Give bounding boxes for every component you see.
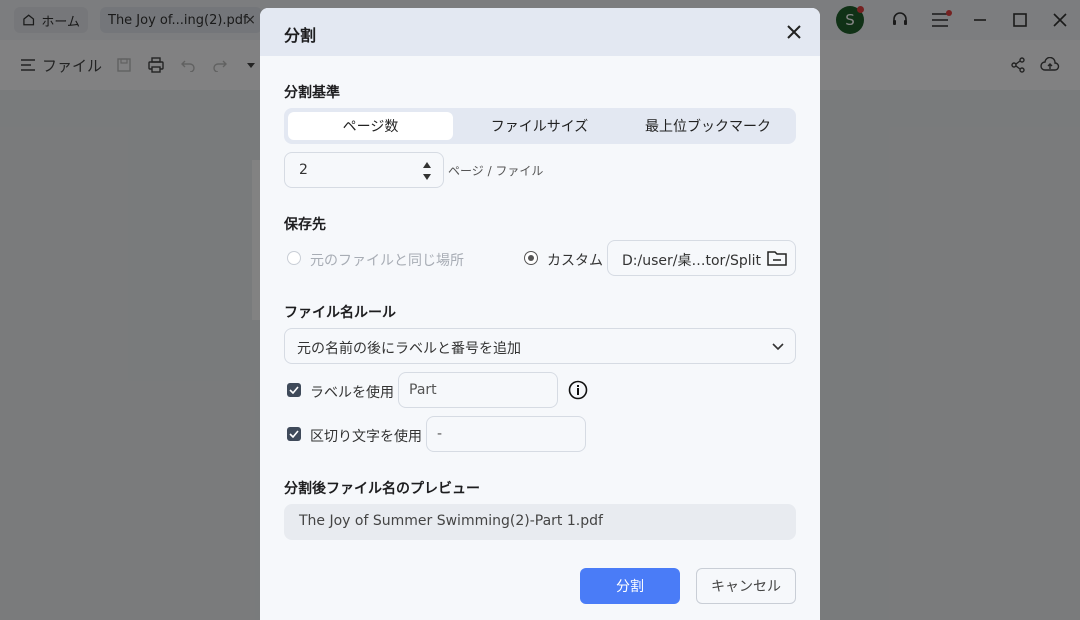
pages-per-file-unit: ページ / ファイル	[448, 164, 544, 178]
segment-file-size[interactable]: ファイルサイズ	[457, 112, 622, 140]
pages-per-file-stepper[interactable]: 2	[284, 152, 444, 188]
radio-same-location[interactable]	[287, 251, 301, 265]
use-separator-text: 区切り文字を使用	[310, 429, 422, 445]
folder-icon[interactable]	[767, 249, 787, 267]
radio-custom-location[interactable]	[524, 251, 538, 265]
segment-page-count[interactable]: ページ数	[288, 112, 453, 140]
split-button[interactable]: 分割	[580, 568, 680, 604]
label-input[interactable]: Part	[398, 372, 558, 408]
split-dialog: 分割 分割基準 ページ数 ファイルサイズ 最上位ブックマーク 2 ページ / フ…	[260, 8, 820, 620]
close-icon[interactable]	[782, 20, 806, 44]
custom-location-label: カスタム	[547, 253, 603, 269]
chevron-down-icon	[772, 343, 784, 351]
dialog-header: 分割	[260, 8, 820, 56]
pages-per-file-value[interactable]: 2	[299, 162, 308, 178]
split-criteria-segmented-control: ページ数 ファイルサイズ 最上位ブックマーク	[284, 108, 796, 144]
filename-preview-value: The Joy of Summer Swimming(2)-Part 1.pdf	[299, 513, 603, 529]
use-label-text: ラベルを使用	[310, 385, 394, 401]
checkmark-icon	[289, 430, 299, 438]
preview-label: 分割後ファイル名のプレビュー	[284, 481, 480, 497]
save-path-value: D:/user/桌…tor/Split	[622, 253, 762, 269]
info-icon[interactable]	[568, 380, 588, 400]
filename-rule-dropdown[interactable]: 元の名前の後にラベルと番号を追加	[284, 328, 796, 364]
use-label-checkbox[interactable]	[287, 383, 301, 397]
filename-rule-label: ファイル名ルール	[284, 305, 396, 321]
save-location-label: 保存先	[284, 217, 326, 233]
split-criteria-label: 分割基準	[284, 85, 340, 101]
separator-input-value: -	[437, 426, 443, 442]
segment-top-bookmark[interactable]: 最上位ブックマーク	[624, 112, 792, 140]
separator-input[interactable]: -	[426, 416, 586, 452]
increment-icon[interactable]	[421, 160, 433, 170]
decrement-icon[interactable]	[421, 172, 433, 182]
filename-preview: The Joy of Summer Swimming(2)-Part 1.pdf	[284, 504, 796, 540]
same-location-label: 元のファイルと同じ場所	[310, 253, 464, 269]
filename-rule-selected: 元の名前の後にラベルと番号を追加	[297, 341, 521, 357]
cancel-button[interactable]: キャンセル	[696, 568, 796, 604]
save-path-field[interactable]: D:/user/桌…tor/Split	[607, 240, 796, 276]
checkmark-icon	[289, 386, 299, 394]
label-input-value: Part	[409, 382, 437, 398]
dialog-title: 分割	[284, 26, 317, 45]
use-separator-checkbox[interactable]	[287, 427, 301, 441]
